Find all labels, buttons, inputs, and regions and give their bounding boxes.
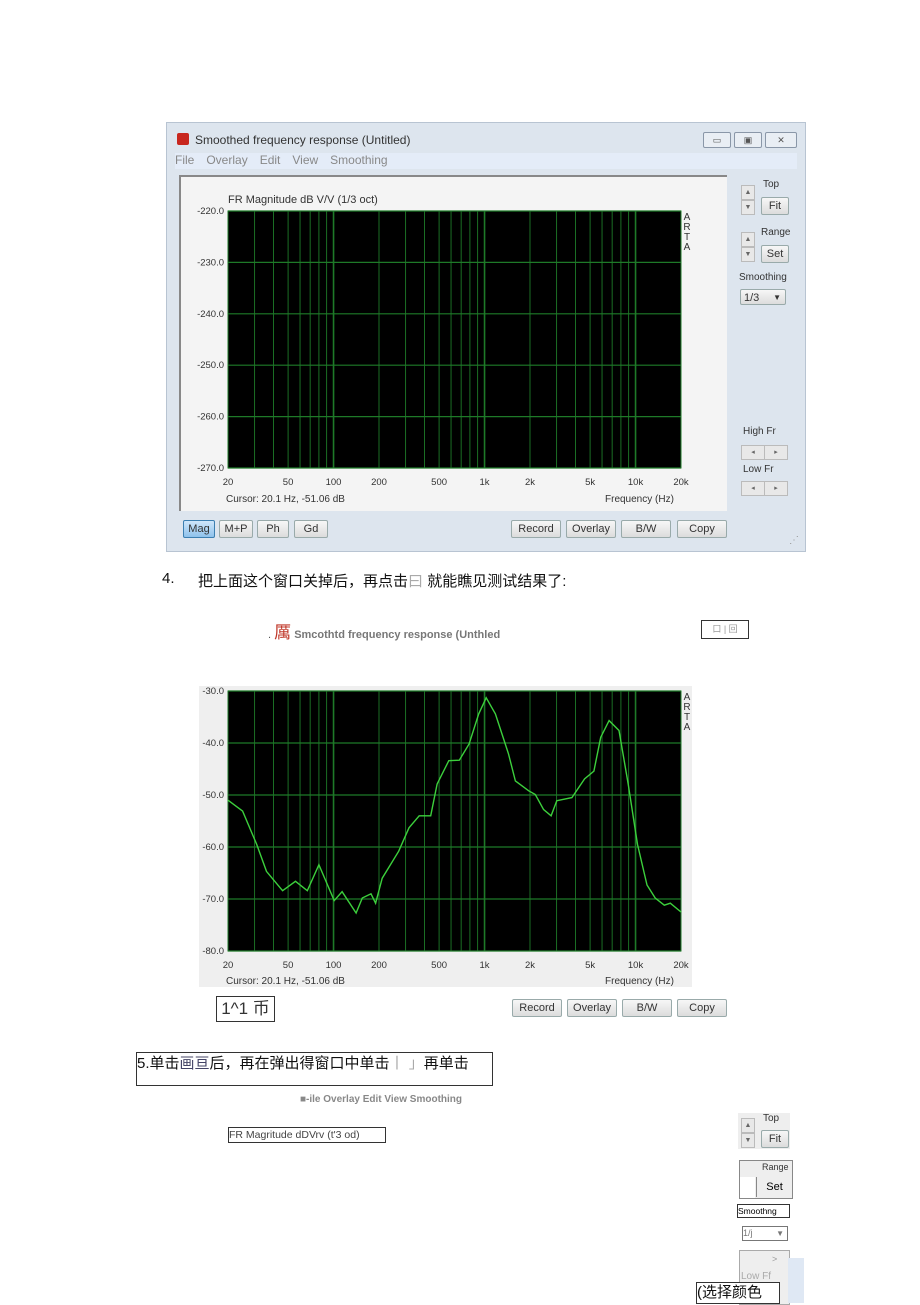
smoothing-value: 1/3 xyxy=(744,292,760,304)
range-blank xyxy=(740,1177,755,1198)
chart1-cursor: Cursor: 20.1 Hz, -51.06 dB xyxy=(226,494,345,505)
result-icon: 曰 xyxy=(408,573,424,590)
record-button-2[interactable]: Record xyxy=(512,999,562,1017)
bw-button[interactable]: B/W xyxy=(621,520,671,538)
overlay-icon: 画亘 xyxy=(179,1055,210,1072)
smoothing-label: Smoothing xyxy=(739,272,787,283)
choose-color-caption: (选择颜色 xyxy=(696,1282,780,1304)
high-fr-left-button[interactable]: ◂ xyxy=(741,445,765,460)
smoothing-select-3[interactable]: 1/j ▼ xyxy=(742,1226,788,1241)
bw-button-2[interactable]: B/W xyxy=(622,999,672,1017)
button-glyph: 丨 」 xyxy=(389,1055,424,1072)
step4-number: 4. xyxy=(162,570,175,587)
app-icon xyxy=(177,133,189,145)
low-fr-right-button[interactable]: ▸ xyxy=(764,481,788,496)
high-fr-right-button[interactable]: ▸ xyxy=(764,445,788,460)
top-down-button-3[interactable]: ▼ xyxy=(741,1133,755,1148)
menu-view[interactable]: View xyxy=(292,153,318,167)
step5-c: 再单击 xyxy=(423,1055,469,1072)
high-fr-label: High Fr xyxy=(743,426,776,437)
top-down-button[interactable]: ▼ xyxy=(741,200,755,215)
range-up-button[interactable]: ▲ xyxy=(741,232,755,247)
top-label-3: Top xyxy=(763,1113,780,1124)
low-fr-label: Low Fr xyxy=(743,464,774,475)
top-group: ▲ ▼ Top Fit xyxy=(738,1113,790,1149)
close-button[interactable]: ✕ xyxy=(765,132,797,148)
app-icon: 厲 xyxy=(274,623,292,642)
title-text: Smcothtd frequency response (Unthled xyxy=(294,629,501,641)
title-bar: Smoothed frequency response (Untitled) ▭… xyxy=(167,123,805,151)
smoothing-select[interactable]: 1/3 ▼ xyxy=(740,289,786,305)
smoothing-value-3: 1/j xyxy=(743,1228,753,1238)
smoothed-fr-window: Smoothed frequency response (Untitled) ▭… xyxy=(166,122,806,552)
record-button[interactable]: Record xyxy=(511,520,561,538)
window3-chart-title: FR Magritude dDVrv (t'3 od) xyxy=(228,1127,386,1143)
overlay-button[interactable]: Overlay xyxy=(566,520,616,538)
menu-bar: File Overlay Edit View Smoothing xyxy=(175,153,797,169)
fit-button-3[interactable]: Fit xyxy=(761,1130,789,1148)
smoothing-label-3: Smoothng xyxy=(737,1204,790,1218)
chart1-arta-label: ARTA xyxy=(683,212,691,253)
tab-m-plus-p[interactable]: M+P xyxy=(219,520,253,538)
window-controls[interactable]: 口 | 回 xyxy=(701,620,749,639)
range-down-button[interactable]: ▼ xyxy=(741,247,755,262)
tab-box[interactable]: 1^1 币 xyxy=(216,996,275,1022)
top-up-button-3[interactable]: ▲ xyxy=(741,1118,755,1133)
top-label: Top xyxy=(763,179,780,190)
title-prefix: . xyxy=(268,629,272,641)
overlay-button-2[interactable]: Overlay xyxy=(567,999,617,1017)
step5-a: 5.单击 xyxy=(137,1055,180,1072)
chart1-title: FR Magnitude dB V/V (1/3 oct) xyxy=(228,194,378,206)
tab-gd[interactable]: Gd xyxy=(294,520,328,538)
top-up-button[interactable]: ▲ xyxy=(741,185,755,200)
minimize-button[interactable]: ▭ xyxy=(703,132,731,148)
window-title: Smoothed frequency response (Untitled) xyxy=(195,133,411,147)
step4-text-b: 就能瞧见测试结果了: xyxy=(423,573,567,590)
low-fr-left-button[interactable]: ◂ xyxy=(741,481,765,496)
chart2-cursor: Cursor: 20.1 Hz, -51.06 dB xyxy=(226,976,345,987)
menu-smoothing[interactable]: Smoothing xyxy=(330,153,387,167)
window2-title: . 厲 Smcothtd frequency response (Unthled xyxy=(268,618,500,643)
menu-file[interactable]: File xyxy=(175,153,194,167)
chart2-panel xyxy=(199,686,692,987)
chart2-arta-label: ARTA xyxy=(683,692,691,733)
step5-b: 后，再在弹出得窗口中单击 xyxy=(209,1055,390,1072)
copy-button-2[interactable]: Copy xyxy=(677,999,727,1017)
range-label-3: Range xyxy=(762,1162,789,1172)
dropdown-arrow-icon: ▼ xyxy=(773,293,781,302)
set-button[interactable]: Set xyxy=(761,245,789,263)
resize-grip-icon[interactable]: ⋰ xyxy=(789,535,799,546)
chart1-xlabel: Frequency (Hz) xyxy=(605,494,674,505)
window3-menu[interactable]: ■-ile Overlay Edit View Smoothing xyxy=(300,1094,462,1105)
tab-ph[interactable]: Ph xyxy=(257,520,289,538)
range-group: Range Set xyxy=(739,1160,793,1199)
plot-panel xyxy=(179,175,727,511)
step4-text: 把上面这个窗口关掉后，再点击曰 就能瞧见测试结果了: xyxy=(198,570,566,591)
tab-mag[interactable]: Mag xyxy=(183,520,215,538)
chart2-xlabel: Frequency (Hz) xyxy=(605,976,674,987)
right-arrow-icon[interactable]: > xyxy=(772,1254,777,1264)
menu-edit[interactable]: Edit xyxy=(260,153,281,167)
set-button-3[interactable]: Set xyxy=(756,1177,792,1197)
dropdown-arrow-icon: ▼ xyxy=(776,1229,784,1238)
maximize-button[interactable]: ▣ xyxy=(734,132,762,148)
copy-button[interactable]: Copy xyxy=(677,520,727,538)
step5-text: 5.单击画亘后，再在弹出得窗口中单击丨 」再单击 xyxy=(136,1052,493,1086)
window-edge xyxy=(788,1258,804,1303)
low-fr-label-3: Low Ff xyxy=(741,1271,772,1282)
menu-overlay[interactable]: Overlay xyxy=(206,153,247,167)
range-label: Range xyxy=(761,227,791,238)
step4-text-a: 把上面这个窗口关掉后，再点击 xyxy=(198,573,409,590)
fit-button[interactable]: Fit xyxy=(761,197,789,215)
